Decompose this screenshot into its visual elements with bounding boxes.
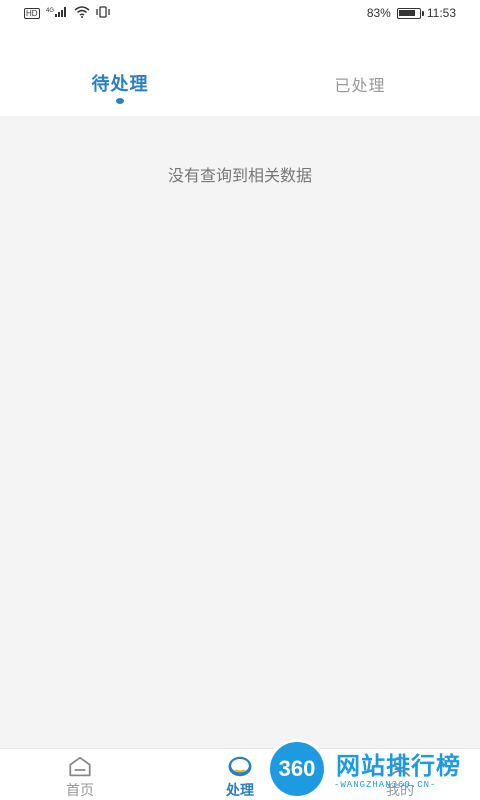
nav-profile[interactable]: 我的: [320, 749, 480, 800]
nav-process[interactable]: 处理: [160, 749, 320, 800]
battery-fill: [398, 9, 415, 16]
hd-icon: HD: [24, 7, 40, 19]
tab-processed[interactable]: 已处理: [240, 52, 480, 116]
signal-icon: 4G: [46, 6, 68, 21]
status-right: 83% 11:53: [367, 6, 456, 20]
nav-process-label: 处理: [226, 783, 254, 799]
battery-icon: [396, 7, 424, 19]
wifi-icon: [74, 5, 90, 21]
battery-percent: 83%: [366, 6, 391, 20]
empty-message: 没有查询到相关数据: [167, 166, 312, 185]
status-bar: HD 4G 83% 11:53: [0, 0, 480, 26]
tab-active-indicator: [116, 98, 124, 104]
status-left: HD 4G: [24, 5, 110, 21]
tab-processed-label: 已处理: [334, 76, 386, 95]
signal-label: 4G: [46, 8, 54, 14]
tab-bar: 待处理 已处理: [0, 52, 480, 116]
tab-pending-label: 待处理: [91, 74, 149, 95]
nav-home[interactable]: 首页: [0, 749, 160, 800]
vibrate-icon: [95, 5, 110, 21]
process-icon: [228, 756, 252, 777]
bottom-nav: 首页 处理 我的: [0, 748, 480, 800]
home-icon: [69, 756, 91, 777]
content-area: 没有查询到相关数据: [0, 116, 480, 748]
nav-home-label: 首页: [66, 783, 94, 799]
tab-pending[interactable]: 待处理: [0, 52, 240, 116]
profile-icon: [389, 756, 411, 777]
status-time: 11:53: [426, 6, 456, 20]
nav-profile-label: 我的: [386, 783, 414, 799]
